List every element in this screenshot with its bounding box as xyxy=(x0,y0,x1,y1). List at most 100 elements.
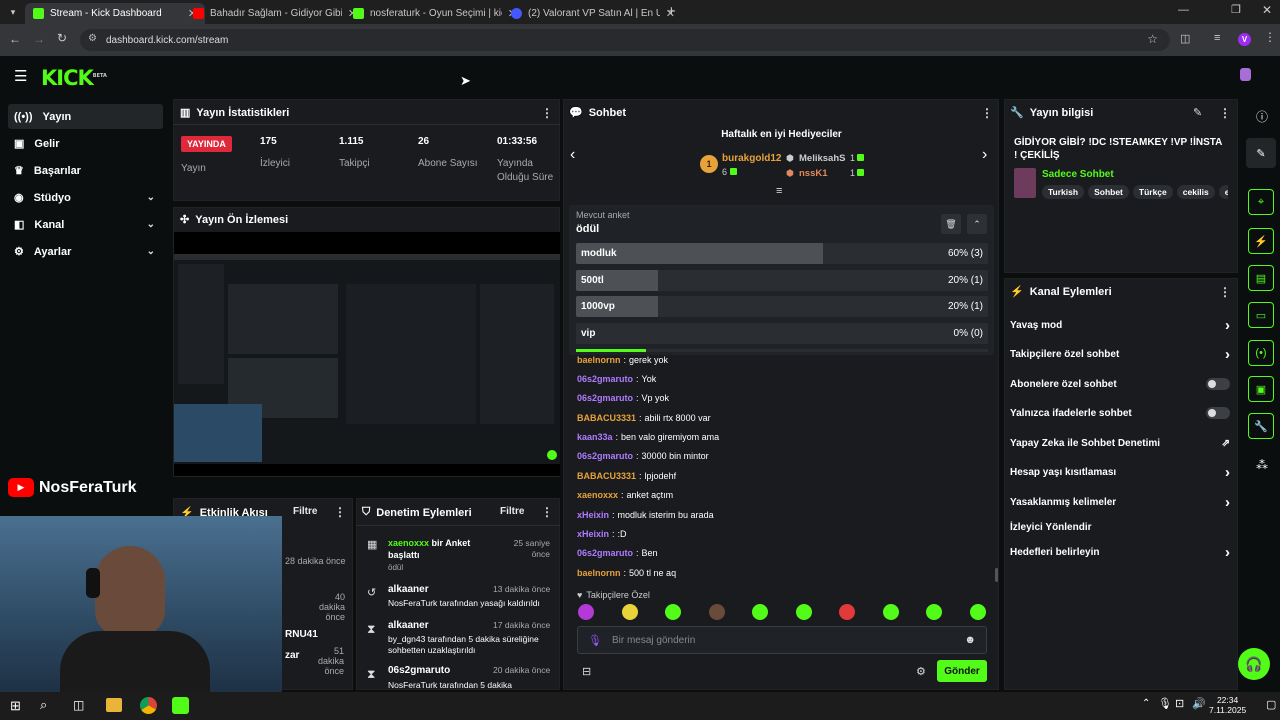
emote-icon[interactable] xyxy=(665,604,681,620)
user-avatar[interactable] xyxy=(1240,68,1251,81)
category-name[interactable]: Sadece Sohbet xyxy=(1042,169,1114,180)
emote-icon[interactable] xyxy=(578,604,594,620)
edit-pencil-icon[interactable]: ✎ xyxy=(1193,106,1202,119)
chat-scrollbar[interactable] xyxy=(995,568,998,582)
tab-search-icon[interactable]: ▾ xyxy=(6,5,20,19)
delete-poll-icon[interactable]: 🗑 xyxy=(941,214,961,234)
window-close-icon[interactable]: ✕ xyxy=(1262,3,1272,17)
forward-icon[interactable]: → xyxy=(33,32,45,46)
extensions-icon[interactable]: ◫ xyxy=(1180,32,1190,45)
chat-username[interactable]: baelnornn xyxy=(577,355,621,365)
kick-logo[interactable]: KICKBETA xyxy=(41,66,107,90)
volume-icon[interactable]: 🔊 xyxy=(1192,697,1206,710)
profile-avatar[interactable]: V xyxy=(1238,33,1251,46)
chat-username[interactable]: 06s2gmaruto xyxy=(577,374,633,384)
rail-button-document[interactable]: ▤ xyxy=(1248,265,1274,291)
chat-username[interactable]: xHeixin xyxy=(577,510,609,520)
rail-button-capture[interactable]: ⌖ xyxy=(1248,189,1274,215)
reload-icon[interactable]: ↻ xyxy=(57,31,67,45)
channel-action-item[interactable]: Abonelere özel sohbet xyxy=(1010,376,1230,392)
browser-tab[interactable]: Stream - Kick Dashboard ✕ xyxy=(25,3,205,24)
chevron-up-icon[interactable]: ⌃ xyxy=(967,214,987,234)
media-icon[interactable]: ≡ xyxy=(1214,32,1220,44)
browser-tab[interactable]: (2) Valorant VP Satın Al | En Ucuz ✕ xyxy=(503,3,683,24)
emote-icon[interactable] xyxy=(795,604,812,620)
edit-layout-button[interactable]: ✎ xyxy=(1246,138,1276,168)
network-icon[interactable]: ⊡ xyxy=(1175,697,1184,710)
stream-info-menu-icon[interactable]: ⋮ xyxy=(1219,106,1231,120)
emoji-icon[interactable]: ☻ xyxy=(964,634,976,646)
toggle-switch[interactable] xyxy=(1206,407,1230,419)
info-icon[interactable]: ⓘ xyxy=(1256,108,1268,125)
chat-username[interactable]: xaenoxxx xyxy=(577,490,618,500)
sidebar-item-channel[interactable]: ◧ Kanal ⌄ xyxy=(8,212,163,237)
stats-menu-icon[interactable]: ⋮ xyxy=(541,106,553,120)
chat-input[interactable]: 🎙 Bir mesaj gönderin ☻ xyxy=(577,626,987,654)
chat-settings-gear-icon[interactable]: ⚙ xyxy=(916,665,926,678)
emote-icon[interactable] xyxy=(882,604,899,620)
emote-icon[interactable] xyxy=(752,604,768,620)
chat-username[interactable]: BABACU3331 xyxy=(577,413,636,423)
kick-app-icon[interactable] xyxy=(172,697,189,714)
hamburger-menu-icon[interactable]: ☰ xyxy=(14,67,27,85)
chevron-left-icon[interactable]: ‹ xyxy=(570,146,575,164)
chrome-icon[interactable] xyxy=(140,697,157,714)
browser-tab[interactable]: nosferaturk - Oyun Seçimi | kick ✕ xyxy=(345,3,525,24)
notification-icon[interactable]: ▢ xyxy=(1266,698,1276,711)
tag[interactable]: cekilis xyxy=(1176,185,1215,199)
file-explorer-icon[interactable] xyxy=(106,698,122,712)
back-icon[interactable]: ← xyxy=(9,32,21,46)
channel-action-item[interactable]: Yalnızca ifadelerle sohbet xyxy=(1010,405,1230,421)
chevron-right-icon[interactable]: › xyxy=(982,146,987,164)
tag[interactable]: Türkçe xyxy=(1132,185,1173,199)
new-tab-icon[interactable]: + xyxy=(667,3,676,20)
toggle-switch[interactable] xyxy=(1206,378,1230,390)
rail-button-wrench[interactable]: 🔧 xyxy=(1248,413,1274,439)
channel-action-item[interactable]: Hesap yaşı kısıtlaması › xyxy=(1010,464,1230,481)
sidebar-item-stream[interactable]: ((•)) Yayın xyxy=(8,104,163,129)
chat-username[interactable]: 06s2gmaruto xyxy=(577,548,633,558)
activity-filter-button[interactable]: Filtre xyxy=(293,506,317,517)
rail-button-broadcast[interactable]: (•) xyxy=(1248,340,1274,366)
chat-username[interactable]: baelnornn xyxy=(577,568,621,578)
channel-actions-menu-icon[interactable]: ⋮ xyxy=(1219,285,1231,299)
rail-button-lightning[interactable]: ⚡ xyxy=(1248,228,1274,254)
sidebar-item-achievements[interactable]: ♛ Başarılar xyxy=(8,158,163,183)
microphone-icon[interactable]: 🎙 xyxy=(588,634,602,647)
chat-username[interactable]: 06s2gmaruto xyxy=(577,451,633,461)
emote-icon[interactable] xyxy=(926,604,942,620)
channel-action-item[interactable]: Yasaklanmış kelimeler › xyxy=(1010,494,1230,511)
windows-start-icon[interactable]: ⊞ xyxy=(10,698,21,714)
collapse-icon[interactable]: ≡ xyxy=(776,185,782,197)
task-view-icon[interactable]: ◫ xyxy=(73,698,84,712)
microphone-tray-icon[interactable]: 🎙 xyxy=(1158,697,1172,710)
moderation-menu-icon[interactable]: ⋮ xyxy=(541,505,553,519)
emote-icon[interactable] xyxy=(969,604,986,620)
search-icon[interactable]: ⌕ xyxy=(40,697,47,713)
chat-menu-icon[interactable]: ⋮ xyxy=(981,106,993,120)
channel-action-item[interactable]: Yavaş mod › xyxy=(1010,317,1230,334)
stream-preview-video[interactable] xyxy=(174,232,560,476)
activity-menu-icon[interactable]: ⋮ xyxy=(334,505,346,519)
chat-username[interactable]: 06s2gmaruto xyxy=(577,393,633,403)
chat-username[interactable]: kaan33a xyxy=(577,432,613,442)
emote-icon[interactable] xyxy=(621,604,638,620)
minimize-icon[interactable]: — xyxy=(1178,4,1189,16)
channel-action-item[interactable]: Yapay Zeka ile Sohbet Denetimi ⇗ xyxy=(1010,435,1230,451)
moderation-filter-button[interactable]: Filtre xyxy=(500,506,524,517)
tag[interactable]: Turkish xyxy=(1042,185,1085,199)
gift-box-icon[interactable]: ⊟ xyxy=(582,665,591,678)
chat-username[interactable]: BABACU3331 xyxy=(577,471,636,481)
sidebar-item-studio[interactable]: ◉ Stüdyo ⌄ xyxy=(8,185,163,210)
channel-action-item[interactable]: İzleyici Yönlendir xyxy=(1010,519,1230,535)
share-icon[interactable]: ⁂ xyxy=(1256,458,1268,472)
maximize-icon[interactable]: ❐ xyxy=(1231,3,1241,16)
sidebar-item-revenue[interactable]: ▣ Gelir xyxy=(8,131,163,156)
emote-icon[interactable] xyxy=(708,604,725,620)
tag[interactable]: Sohbet xyxy=(1088,185,1129,199)
site-info-icon[interactable]: ⚙ xyxy=(88,33,97,44)
tray-chevron-icon[interactable]: ⌃ xyxy=(1142,698,1150,709)
channel-action-item[interactable]: Hedefleri belirleyin › xyxy=(1010,544,1230,561)
emote-icon[interactable] xyxy=(839,604,855,620)
bookmark-star-icon[interactable]: ☆ xyxy=(1147,32,1158,46)
